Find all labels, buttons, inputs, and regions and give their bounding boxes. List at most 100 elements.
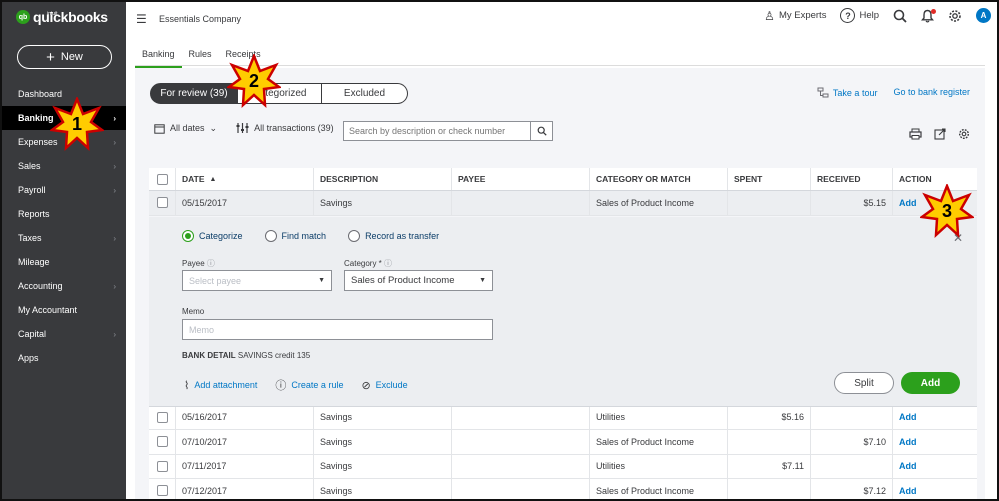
sidebar-item-sales[interactable]: Sales › (2, 154, 126, 178)
callout-star-2: 2 (225, 52, 283, 108)
sidebar-item-reports[interactable]: Reports (2, 202, 126, 226)
row-checkbox[interactable] (156, 485, 168, 497)
add-button[interactable]: Add (901, 372, 960, 394)
sidebar-item-apps[interactable]: Apps (2, 346, 126, 370)
table-row-selected[interactable]: 05/15/2017 Savings Sales of Product Inco… (149, 191, 977, 216)
payee-select[interactable]: Select payee ▼ (182, 270, 332, 291)
exclude-label: Exclude (375, 380, 408, 390)
sidebar-item-label: Banking (18, 113, 54, 123)
row-checkbox[interactable] (156, 436, 168, 448)
sidebar-item-accounting[interactable]: Accounting › (2, 274, 126, 298)
search-input[interactable] (344, 122, 530, 140)
category-select[interactable]: Sales of Product Income ▼ (344, 270, 493, 291)
chevron-right-icon: › (113, 281, 116, 291)
payee-column-header[interactable]: PAYEE (452, 168, 590, 190)
settings-button[interactable] (948, 9, 962, 23)
category-column-header[interactable]: CATEGORY OR MATCH (590, 168, 728, 190)
row-add-link[interactable]: Add (899, 461, 917, 471)
row-spent (728, 430, 811, 454)
row-checkbox[interactable] (156, 460, 168, 472)
table-tools (909, 128, 970, 140)
help-icon: ? (840, 8, 856, 23)
row-received (811, 454, 893, 478)
select-all-checkbox[interactable] (156, 173, 168, 185)
table-header-row: DATE ▲ DESCRIPTION PAYEE CATEGORY OR MATC… (149, 168, 977, 191)
create-rule-label: Create a rule (291, 380, 344, 390)
sidebar-item-mileage[interactable]: Mileage (2, 250, 126, 274)
search-submit-button[interactable] (530, 122, 552, 140)
table-row[interactable]: 05/16/2017 Savings Utilities $5.16 Add (149, 405, 977, 430)
row-payee (452, 479, 590, 499)
row-add-link[interactable]: Add (899, 412, 917, 422)
notification-dot (931, 8, 936, 14)
row-date: 07/11/2017 (176, 454, 314, 478)
category-value: Sales of Product Income (351, 275, 455, 286)
callout-number: 2 (248, 70, 259, 91)
new-button[interactable]: + New (17, 45, 112, 69)
split-button[interactable]: Split (834, 372, 894, 394)
sidebar-item-my-accountant[interactable]: My Accountant (2, 298, 126, 322)
table-row[interactable]: 07/12/2017 Savings Sales of Product Income… (149, 479, 977, 499)
table-row[interactable]: 07/11/2017 Savings Utilities $7.11 Add (149, 454, 977, 479)
lightning-icon: ⓘ (275, 380, 287, 392)
chevron-right-icon: › (113, 161, 116, 171)
notifications-button[interactable] (921, 8, 936, 23)
info-icon: ⓘ (384, 259, 393, 268)
bank-register-link[interactable]: Go to bank register (893, 87, 970, 98)
row-category: Sales of Product Income (590, 430, 728, 454)
row-add-link[interactable]: Add (899, 437, 917, 447)
row-spent: $7.11 (728, 454, 811, 478)
chevron-down-icon[interactable]: ⌄ (210, 123, 218, 134)
find-match-radio[interactable]: Find match (264, 230, 326, 242)
export-icon[interactable] (934, 128, 946, 140)
row-add-link[interactable]: Add (899, 486, 917, 496)
excluded-segment[interactable]: Excluded (322, 83, 408, 104)
add-attachment-link[interactable]: ⌇ Add attachment (184, 377, 257, 393)
filter-sliders-icon[interactable] (236, 122, 249, 134)
calendar-icon (154, 123, 165, 134)
caret-down-icon: ▼ (479, 277, 486, 284)
radio-empty-icon (348, 230, 361, 242)
all-dates-dropdown[interactable]: All dates (170, 123, 205, 133)
for-review-segment[interactable]: For review (39) (150, 83, 238, 104)
row-add-link[interactable]: Add (899, 198, 917, 208)
category-label-text: Category * (344, 259, 382, 268)
gear-icon[interactable] (958, 128, 970, 140)
sidebar-item-taxes[interactable]: Taxes › (2, 226, 126, 250)
caret-down-icon: ▼ (318, 277, 325, 284)
received-column-header[interactable]: RECEIVED (811, 168, 893, 190)
categorize-radio[interactable]: Categorize (182, 230, 243, 242)
row-checkbox[interactable] (156, 411, 168, 423)
row-description: Savings (314, 479, 452, 499)
memo-input[interactable]: Memo (182, 319, 493, 340)
sidebar-item-capital[interactable]: Capital › (2, 322, 126, 346)
payee-placeholder: Select payee (189, 275, 242, 286)
help-button[interactable]: ? Help (840, 8, 879, 23)
help-label: Help (859, 10, 879, 21)
row-checkbox[interactable] (156, 197, 168, 209)
date-header-label: DATE (182, 174, 205, 184)
row-payee (452, 430, 590, 454)
create-rule-link[interactable]: ⓘ Create a rule (275, 377, 343, 393)
take-tour-link[interactable]: Take a tour (817, 87, 877, 98)
spent-column-header[interactable]: SPENT (728, 168, 811, 190)
date-column-header[interactable]: DATE ▲ (176, 168, 314, 190)
search-button[interactable] (893, 9, 907, 23)
row-checkbox-cell (149, 430, 176, 454)
sidebar-item-label: Apps (18, 353, 39, 363)
tour-icon (817, 87, 829, 98)
quickbooks-logo[interactable]: qb quickbooks intuit (16, 10, 108, 24)
sidebar-item-payroll[interactable]: Payroll › (2, 178, 126, 202)
table-row[interactable]: 07/10/2017 Savings Sales of Product Income… (149, 430, 977, 455)
exclude-link[interactable]: ⊘ Exclude (361, 377, 407, 393)
chevron-right-icon: › (113, 137, 116, 147)
row-checkbox-cell (149, 191, 176, 215)
my-experts-button[interactable]: ♙ My Experts (764, 9, 826, 23)
user-avatar[interactable]: A (976, 8, 991, 23)
print-icon[interactable] (909, 128, 922, 140)
record-transfer-radio[interactable]: Record as transfer (348, 230, 439, 242)
all-transactions-dropdown[interactable]: All transactions (39) (254, 123, 334, 133)
detail-actions: ⌇ Add attachment ⓘ Create a rule ⊘ Exclude (184, 377, 408, 393)
description-column-header[interactable]: DESCRIPTION (314, 168, 452, 190)
hamburger-menu-icon[interactable]: ☰ (136, 12, 147, 26)
